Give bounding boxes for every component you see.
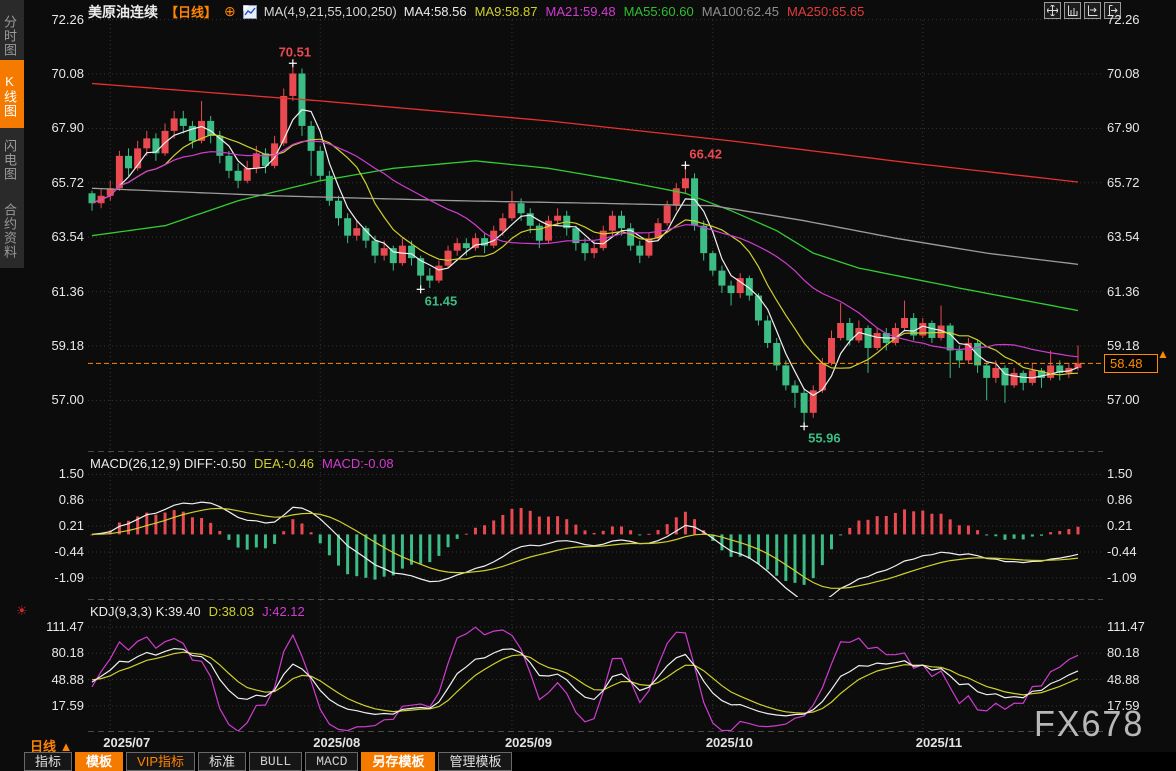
price-axis-label: 67.90 [1107,120,1176,136]
macd-lines [92,502,1078,604]
ma-value-label: MA9:58.87 [475,4,538,19]
chart-header: 美原油连续 【日线】 ⊕ MA(4,9,21,55,100,250) MA4:5… [88,3,872,20]
bottom-tab-4[interactable]: 标准 [198,752,246,771]
ma-value-label: MA4:58.56 [404,4,467,19]
grid-lines [88,20,1103,731]
bottom-tab-1[interactable]: 指标 [24,752,72,771]
x-axis-label: 2025/09 [505,735,552,750]
kdj-axis-label: 111.47 [2,619,84,635]
price-axis-label: 67.90 [2,120,84,136]
macd-axis-label: -1.09 [1107,570,1176,586]
bottom-tab-8[interactable]: 管理模板 [438,752,512,771]
add-indicator-icon[interactable]: ⊕ [224,3,236,20]
macd-axis-label: 0.86 [1107,492,1176,508]
kdj-axis-label: 80.18 [2,645,84,661]
macd-axis-label: -0.44 [2,544,84,560]
ma-lines [92,84,1078,396]
scale-y-axis-icon[interactable] [1064,2,1081,19]
price-axis-label: 65.72 [2,175,84,191]
svg-text:55.96: 55.96 [808,430,841,445]
kdj-header-part: KDJ(9,3,3) K:39.40 [90,604,201,619]
ma-value-label: MA55:60.60 [624,4,694,19]
red-sun-icon: ☀ [16,603,28,619]
pan-icon[interactable] [1044,2,1061,19]
macd-axis-label: -0.44 [1107,544,1176,560]
bottom-tab-bar: 指标模板VIP指标标准BULLMACD另存模板管理模板 [24,752,1176,771]
svg-text:70.51: 70.51 [279,44,312,59]
macd-histogram [91,508,1080,585]
kdj-axis-label: 48.88 [1107,672,1176,688]
chart-type-icon[interactable] [243,5,257,19]
macd-axis-label: 0.21 [1107,518,1176,534]
price-axis-label: 70.08 [2,66,84,82]
kdj-lines [92,627,1078,731]
bottom-tab-3[interactable]: VIP指标 [126,752,195,771]
kdj-axis-label: 17.59 [2,698,84,714]
price-axis-label: 70.08 [1107,66,1176,82]
bottom-tab-2[interactable]: 模板 [75,752,123,771]
macd-header: MACD(26,12,9) DIFF:-0.50 DEA:-0.46 MACD:-0… [90,456,402,471]
price-axis-label: 59.18 [2,338,84,354]
x-axis-label: 2025/08 [313,735,360,750]
macd-header-part: MACD(26,12,9) DIFF:-0.50 [90,456,246,471]
ma-settings-label: MA(4,9,21,55,100,250) [264,4,397,19]
candlestick-series [89,63,1082,426]
macd-axis-label: 1.50 [2,466,84,482]
ma-value-label: MA250:65.65 [787,4,864,19]
price-axis-label: 65.72 [1107,175,1176,191]
current-price-arrow-icon: ▲ [1157,347,1169,361]
ma-value-label: MA100:62.45 [702,4,779,19]
kdj-axis-label: 111.47 [1107,619,1176,635]
x-axis-label: 2025/10 [706,735,753,750]
macd-axis-label: 0.86 [2,492,84,508]
price-axis-label: 63.54 [2,229,84,245]
current-price-label: 58.48 [1104,354,1158,373]
symbol-title: 美原油连续 [88,2,158,22]
price-axis-label: 63.54 [1107,229,1176,245]
bottom-tab-6[interactable]: MACD [305,752,358,771]
shift-right-icon[interactable] [1084,2,1101,19]
period-label[interactable]: 【日线】 [165,2,217,21]
kdj-header-part: J:42.12 [262,604,305,619]
x-axis-label: 2025/11 [916,735,962,750]
app-window: 分时图K线图闪电图合约资料 美原油连续 【日线】 ⊕ MA(4,9,21,55,… [0,0,1176,771]
chart-canvas: 70.51 66.42 61.45 55.96 [0,0,1176,771]
fx678-watermark: FX678 [1034,703,1144,745]
kdj-header-part: D:38.03 [209,604,255,619]
bottom-tab-7[interactable]: 另存模板 [361,752,435,771]
macd-axis-label: -1.09 [2,570,84,586]
bottom-tab-5[interactable]: BULL [249,752,302,771]
kdj-header: KDJ(9,3,3) K:39.40 D:38.03 J:42.12 [90,604,313,619]
price-axis-label: 72.26 [2,12,84,28]
svg-text:66.42: 66.42 [689,146,722,161]
price-axis-label: 61.36 [2,284,84,300]
macd-axis-label: 0.21 [2,518,84,534]
ma-values-group: MA4:58.56 MA9:58.87 MA21:59.48 MA55:60.60 MA… [404,4,873,19]
kdj-axis-label: 80.18 [1107,645,1176,661]
price-axis-label: 57.00 [1107,392,1176,408]
macd-header-part: DEA:-0.46 [254,456,314,471]
x-axis-label: 2025/07 [103,735,150,750]
price-axis-label: 61.36 [1107,284,1176,300]
price-annotations: 70.51 66.42 61.45 55.96 [279,44,841,445]
svg-text:61.45: 61.45 [425,293,458,308]
ma-value-label: MA21:59.48 [545,4,615,19]
macd-axis-label: 1.50 [1107,466,1176,482]
macd-header-part: MACD:-0.08 [322,456,394,471]
price-axis-label: 72.26 [1107,12,1176,28]
kdj-axis-label: 48.88 [2,672,84,688]
price-axis-label: 57.00 [2,392,84,408]
